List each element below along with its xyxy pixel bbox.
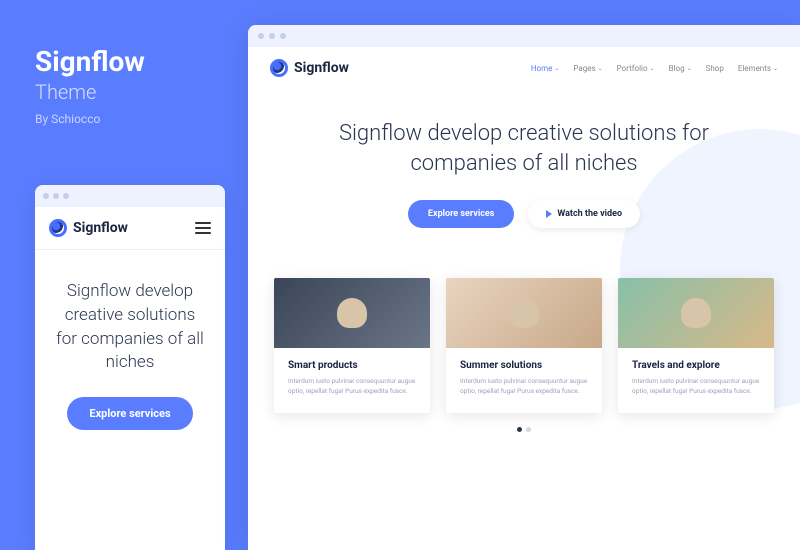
mobile-preview: Signflow Signflow develop creative solut… <box>35 185 225 550</box>
card-title: Smart products <box>288 360 416 371</box>
feature-cards: Smart products Interdum iusto pulvinar c… <box>248 248 800 413</box>
theme-subtitle: Theme <box>35 80 225 104</box>
desktop-titlebar <box>248 25 800 47</box>
logo[interactable]: Signflow <box>270 59 349 77</box>
chevron-down-icon: ⌄ <box>687 65 692 72</box>
hero-headline: Signflow develop creative solutions for … <box>288 119 760 178</box>
card-desc: Interdum iusto pulvinar consequuntur aug… <box>288 377 416 397</box>
card-image <box>446 278 602 348</box>
logo[interactable]: Signflow <box>49 219 128 237</box>
main-nav: Home⌄ Pages⌄ Portfolio⌄ Blog⌄ Shop Eleme… <box>531 64 778 73</box>
theme-info-panel: Signflow Theme By Schiocco <box>35 45 225 126</box>
chevron-down-icon: ⌄ <box>598 65 603 72</box>
nav-label: Pages <box>573 64 595 73</box>
explore-services-button[interactable]: Explore services <box>67 397 192 430</box>
desktop-preview: Signflow Home⌄ Pages⌄ Portfolio⌄ Blog⌄ S… <box>248 25 800 550</box>
mobile-header: Signflow <box>35 207 225 250</box>
carousel-dots <box>248 413 800 446</box>
desktop-header: Signflow Home⌄ Pages⌄ Portfolio⌄ Blog⌄ S… <box>248 47 800 89</box>
theme-title: Signflow <box>35 45 225 78</box>
chevron-down-icon: ⌄ <box>650 65 655 72</box>
watch-video-label: Watch the video <box>557 209 622 219</box>
card-title: Travels and explore <box>632 360 760 371</box>
watch-video-button[interactable]: Watch the video <box>528 200 640 228</box>
window-dot <box>280 33 286 39</box>
nav-pages[interactable]: Pages⌄ <box>573 64 602 73</box>
card-body: Smart products Interdum iusto pulvinar c… <box>274 348 430 413</box>
card-body: Summer solutions Interdum iusto pulvinar… <box>446 348 602 413</box>
nav-shop[interactable]: Shop <box>706 64 724 73</box>
carousel-dot[interactable] <box>517 427 522 432</box>
card-image <box>618 278 774 348</box>
card-image <box>274 278 430 348</box>
carousel-dot[interactable] <box>526 427 531 432</box>
card-travels-explore[interactable]: Travels and explore Interdum iusto pulvi… <box>618 278 774 413</box>
card-body: Travels and explore Interdum iusto pulvi… <box>618 348 774 413</box>
window-dot <box>53 193 59 199</box>
nav-label: Blog <box>669 64 685 73</box>
mobile-hero-headline: Signflow develop creative solutions for … <box>53 280 207 375</box>
window-dot <box>63 193 69 199</box>
play-icon <box>546 210 552 218</box>
logo-icon <box>49 219 67 237</box>
nav-label: Elements <box>738 64 771 73</box>
nav-label: Shop <box>706 64 724 73</box>
nav-elements[interactable]: Elements⌄ <box>738 64 778 73</box>
card-summer-solutions[interactable]: Summer solutions Interdum iusto pulvinar… <box>446 278 602 413</box>
hamburger-icon[interactable] <box>195 222 211 234</box>
logo-text: Signflow <box>294 60 349 76</box>
mobile-hero: Signflow develop creative solutions for … <box>35 250 225 460</box>
hero-buttons: Explore services Watch the video <box>288 200 760 228</box>
mobile-titlebar <box>35 185 225 207</box>
theme-author: By Schiocco <box>35 112 225 126</box>
card-desc: Interdum iusto pulvinar consequuntur aug… <box>460 377 588 397</box>
chevron-down-icon: ⌄ <box>554 65 559 72</box>
window-dot <box>269 33 275 39</box>
desktop-hero: Signflow develop creative solutions for … <box>248 89 800 248</box>
nav-blog[interactable]: Blog⌄ <box>669 64 692 73</box>
card-smart-products[interactable]: Smart products Interdum iusto pulvinar c… <box>274 278 430 413</box>
chevron-down-icon: ⌄ <box>773 65 778 72</box>
logo-icon <box>270 59 288 77</box>
card-title: Summer solutions <box>460 360 588 371</box>
explore-services-button[interactable]: Explore services <box>408 200 514 228</box>
window-dot <box>258 33 264 39</box>
nav-portfolio[interactable]: Portfolio⌄ <box>617 64 655 73</box>
logo-text: Signflow <box>73 220 128 236</box>
nav-home[interactable]: Home⌄ <box>531 64 560 73</box>
card-desc: Interdum iusto pulvinar consequuntur aug… <box>632 377 760 397</box>
nav-label: Portfolio <box>617 64 648 73</box>
nav-label: Home <box>531 64 553 73</box>
window-dot <box>43 193 49 199</box>
